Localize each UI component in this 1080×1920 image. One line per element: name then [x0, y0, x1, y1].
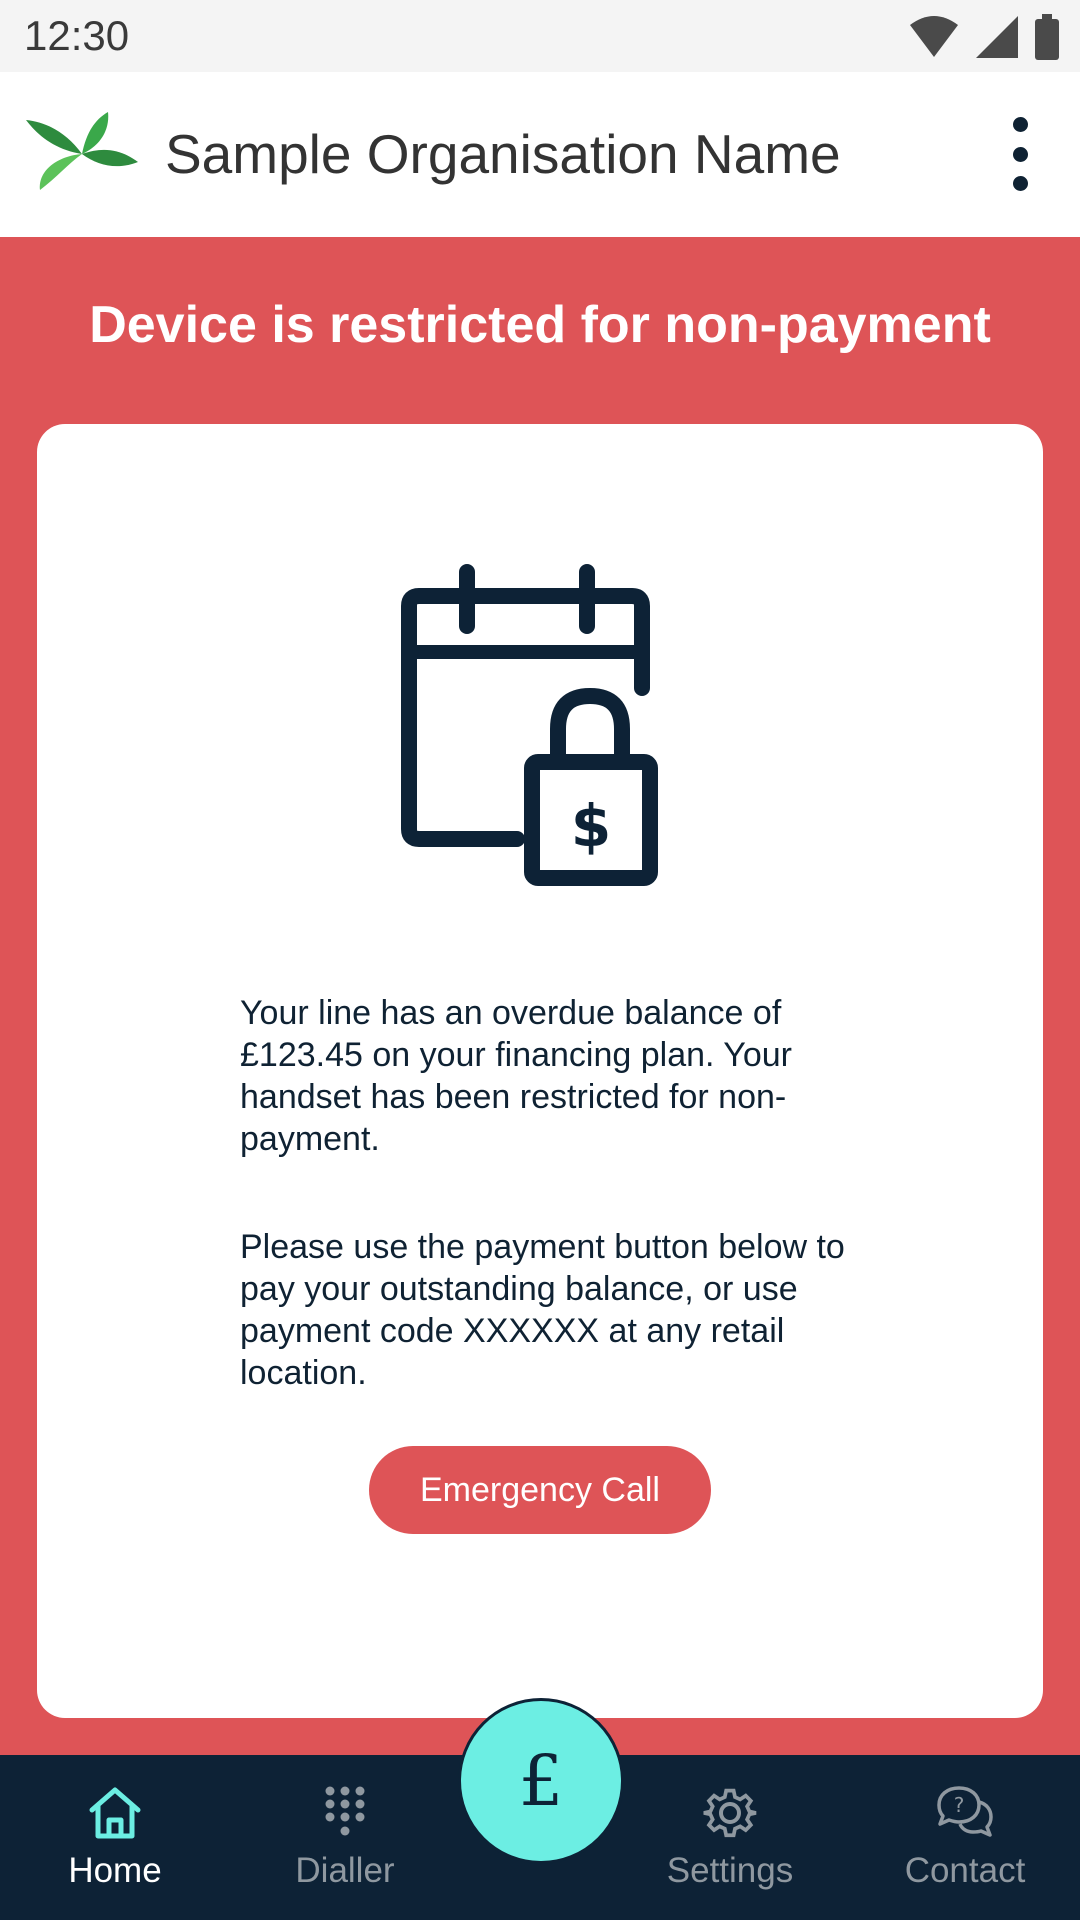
wifi-icon — [910, 16, 958, 57]
organisation-logo — [26, 112, 138, 190]
menu-dot — [1012, 176, 1028, 191]
overdue-balance-message: Your line has an overdue balance of £123… — [240, 994, 793, 1158]
nav-item-home[interactable]: Home — [40, 1755, 190, 1920]
menu-dot — [1012, 146, 1028, 162]
svg-text:?: ? — [954, 1793, 965, 1817]
app-bar: Sample Organisation Name — [0, 72, 1080, 237]
pay-fab-button[interactable]: £ — [458, 1698, 624, 1864]
screen: 12:30 Sample Organisation Name Device is… — [0, 0, 1080, 1920]
overflow-menu-button[interactable] — [1000, 117, 1040, 191]
organisation-name: Sample Organisation Name — [165, 123, 841, 185]
menu-dot — [1012, 117, 1028, 132]
home-icon — [89, 1787, 141, 1839]
dialpad-icon — [325, 1786, 365, 1836]
signal-icon — [976, 16, 1018, 58]
nav-label-home: Home — [68, 1851, 162, 1890]
payment-instructions-message: Please use the payment button below to p… — [240, 1228, 845, 1392]
nav-label-settings: Settings — [666, 1851, 794, 1890]
emergency-call-button[interactable]: Emergency Call — [369, 1446, 711, 1534]
nav-item-contact[interactable]: ? Contact — [880, 1755, 1050, 1920]
status-time: 12:30 — [24, 12, 130, 59]
chat-help-icon: ? — [937, 1786, 993, 1837]
nav-label-contact: Contact — [904, 1851, 1026, 1890]
nav-item-settings[interactable]: Settings — [650, 1755, 810, 1920]
nav-item-dialler[interactable]: Dialler — [270, 1755, 420, 1920]
gear-icon — [703, 1788, 757, 1838]
restriction-title: Device is restricted for non-payment — [89, 296, 991, 354]
status-bar: 12:30 — [0, 0, 1080, 72]
restriction-card: $ Your line has an overdue balance of £1… — [37, 424, 1043, 1718]
battery-icon — [1035, 14, 1059, 60]
svg-text:$: $ — [571, 792, 611, 860]
nav-label-dialler: Dialler — [295, 1851, 395, 1890]
status-icons — [908, 14, 1060, 60]
calendar-lock-icon: $ — [401, 564, 658, 886]
